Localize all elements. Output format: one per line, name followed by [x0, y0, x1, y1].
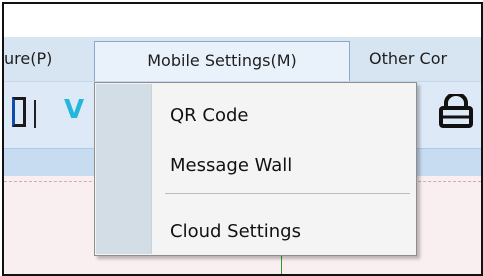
menu-item-mobile-settings[interactable]: Mobile Settings(M) [94, 41, 350, 81]
mobile-settings-dropdown: QR Code Message Wall Cloud Settings [94, 82, 417, 256]
menu-item-partial-right[interactable]: Other Cor [369, 37, 447, 81]
dropdown-column-divider [151, 84, 152, 254]
app-window: ure(P) Mobile Settings(M) Other Cor V QR… [2, 2, 483, 276]
toolbar-letter-v[interactable]: V [64, 95, 84, 125]
menu-bar: ure(P) Mobile Settings(M) Other Cor [4, 37, 481, 81]
toolbar-box-icon[interactable] [12, 97, 26, 127]
menu-item-cloud-settings[interactable]: Cloud Settings [170, 221, 301, 242]
menu-item-partial-left[interactable]: ure(P) [4, 37, 52, 81]
dropdown-divider [165, 193, 410, 194]
menu-item-message-wall[interactable]: Message Wall [170, 155, 292, 176]
menu-item-qr-code[interactable]: QR Code [170, 105, 248, 126]
dropdown-icon-column [96, 84, 151, 254]
toolbar-separator [34, 100, 36, 128]
lock-icon[interactable] [436, 94, 476, 128]
